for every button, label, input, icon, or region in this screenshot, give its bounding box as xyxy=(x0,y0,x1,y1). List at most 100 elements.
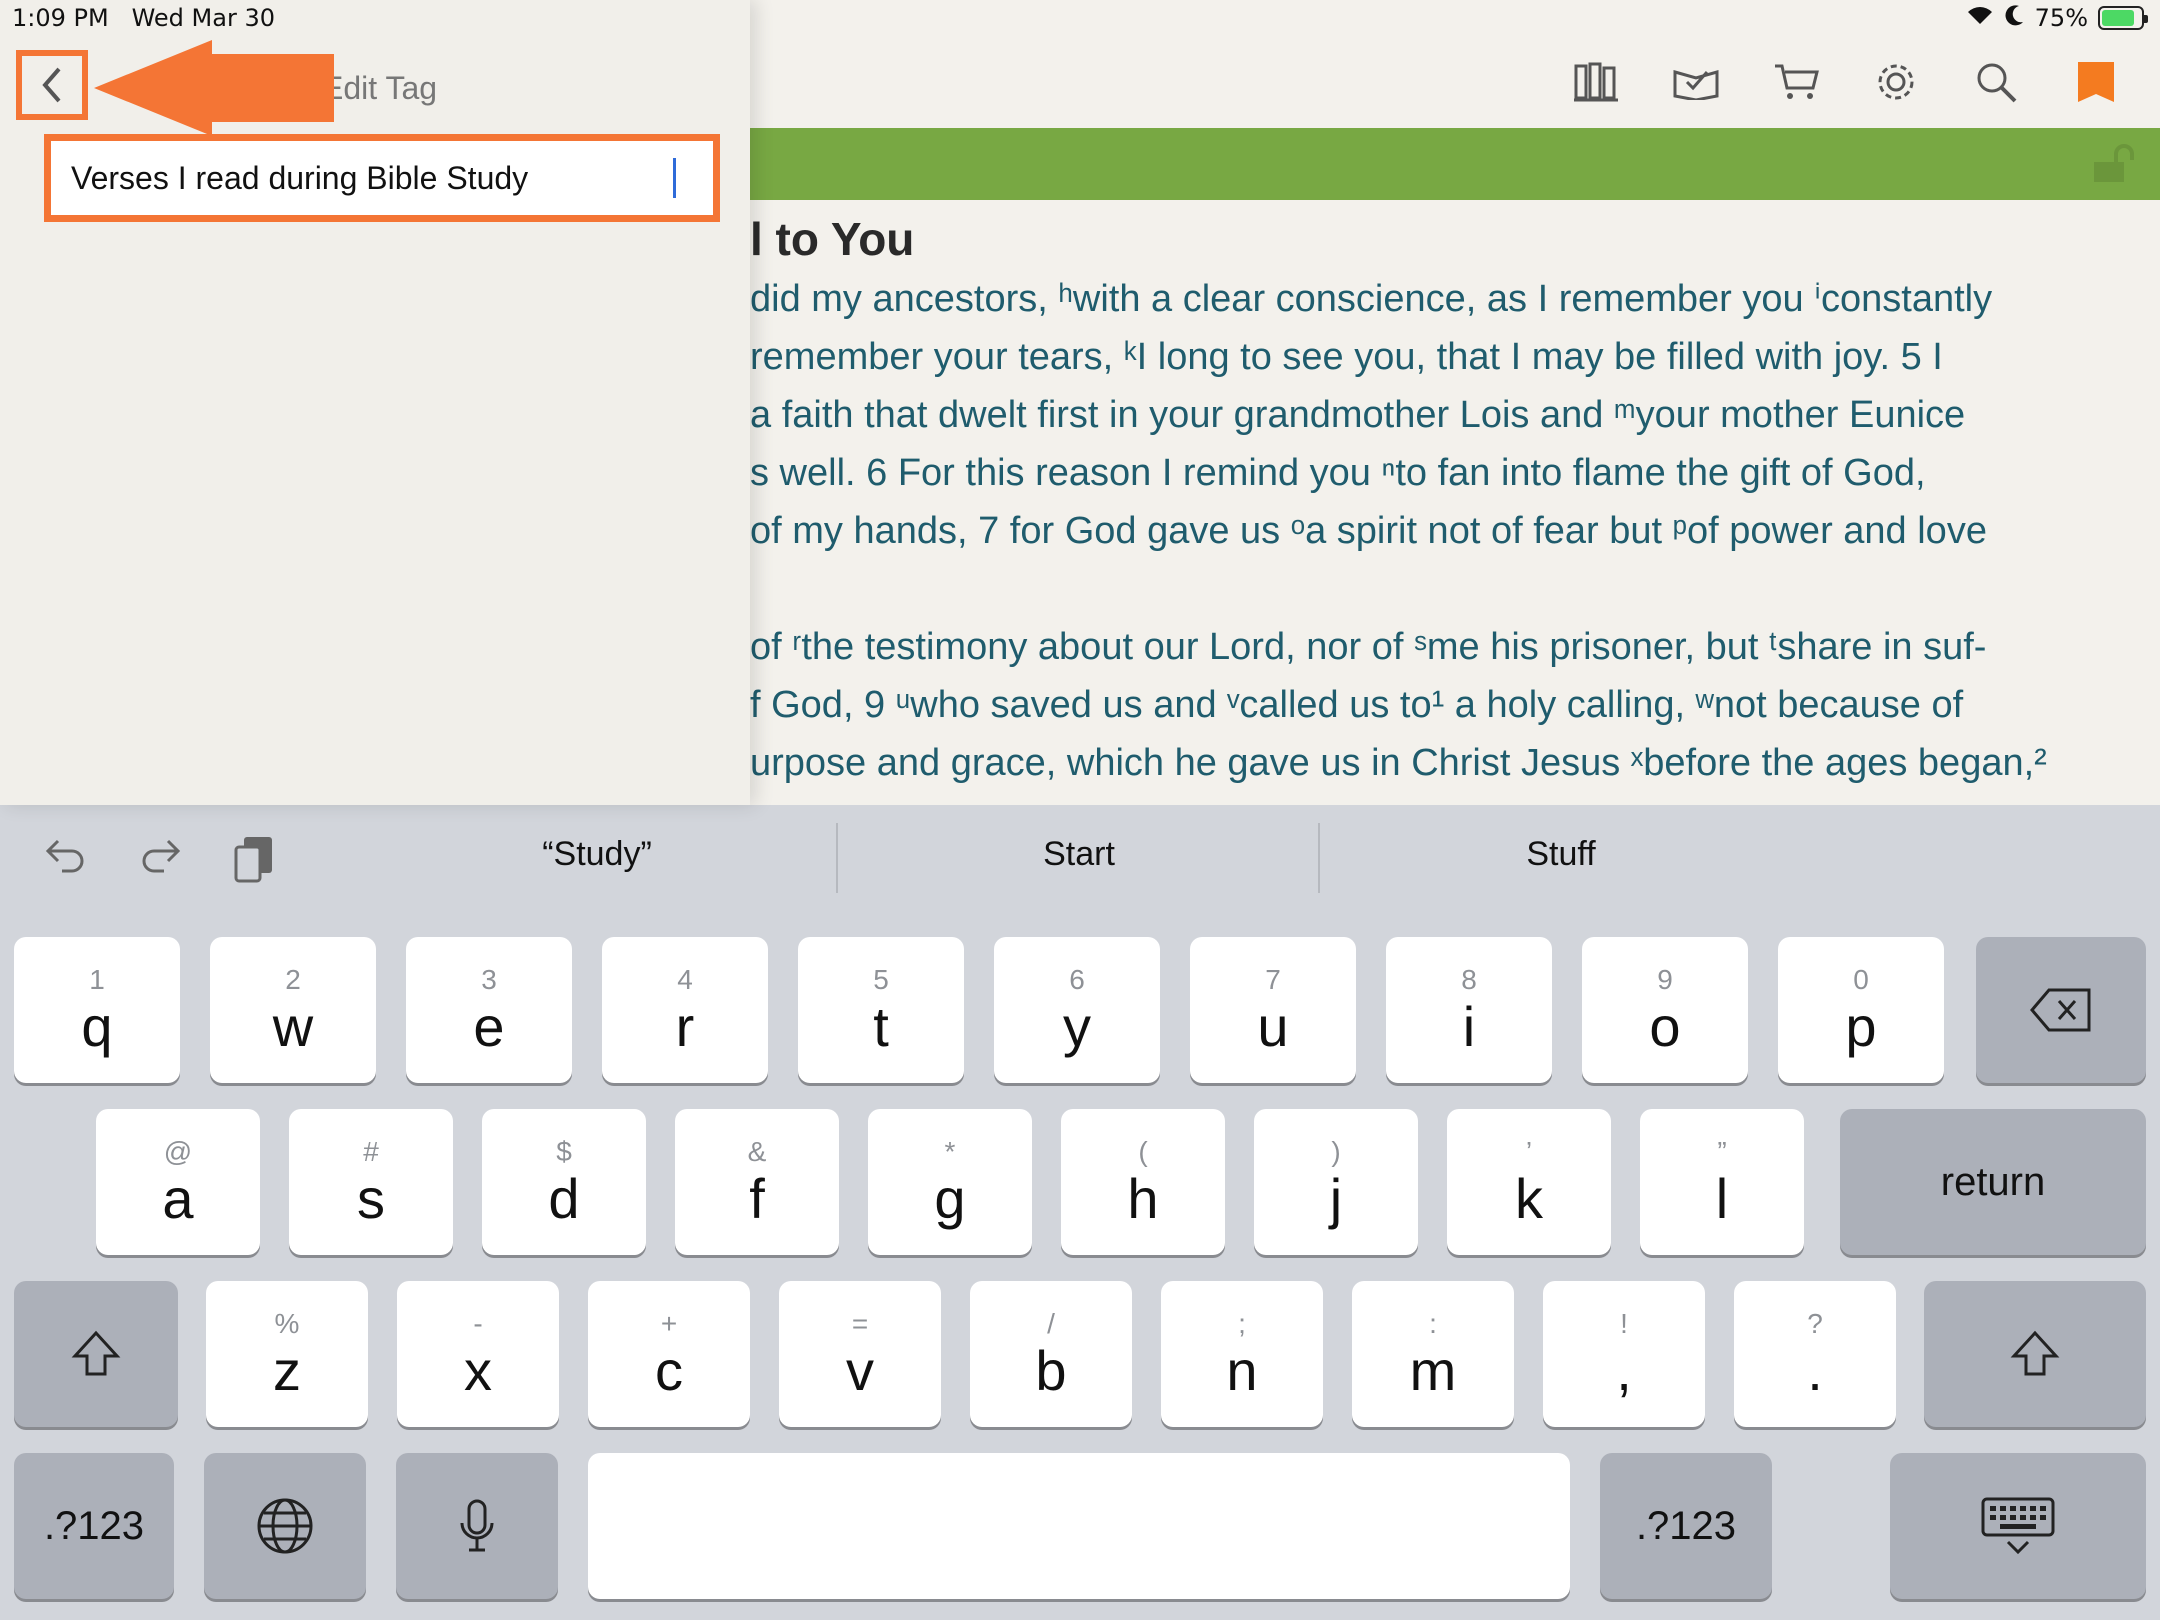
key-q[interactable]: 1q xyxy=(14,937,180,1083)
numbers-key-left[interactable]: .?123 xyxy=(14,1453,174,1599)
key-alt-label: ? xyxy=(1807,1308,1823,1339)
space-key[interactable] xyxy=(588,1453,1570,1599)
back-button[interactable] xyxy=(16,50,88,120)
reader-pane: l to You did my ancestors, ʰwith a clear… xyxy=(750,0,2160,805)
key-period[interactable]: ?. xyxy=(1734,1281,1896,1427)
key-h[interactable]: (h xyxy=(1061,1109,1225,1255)
return-key[interactable]: return xyxy=(1840,1109,2146,1255)
key-i[interactable]: 8i xyxy=(1386,937,1552,1083)
key-label: t xyxy=(873,995,889,1058)
text-line[interactable]: f God, 9 ᵘwho saved us and ᵛcalled us to… xyxy=(750,676,2060,734)
search-icon[interactable] xyxy=(1972,58,2020,106)
suggestion-1[interactable]: “Study” xyxy=(362,835,832,874)
key-label: n xyxy=(1226,1339,1258,1402)
backspace-icon xyxy=(2030,988,2091,1032)
library-icon[interactable] xyxy=(1572,58,1620,106)
unlock-icon[interactable] xyxy=(2090,144,2138,188)
undo-icon[interactable] xyxy=(44,835,88,875)
suggestion-2[interactable]: Start xyxy=(844,835,1314,874)
key-label: b xyxy=(1035,1339,1067,1402)
bookmark-icon[interactable] xyxy=(2072,58,2120,106)
microphone-key[interactable] xyxy=(396,1453,558,1599)
edit-tools xyxy=(44,835,276,885)
key-x[interactable]: -x xyxy=(397,1281,559,1427)
key-alt-label: 1 xyxy=(89,964,105,995)
key-d[interactable]: $ d xyxy=(482,1109,646,1255)
key-label: q xyxy=(81,995,113,1058)
key-c[interactable]: + c xyxy=(588,1281,750,1427)
key-z[interactable]: % z xyxy=(206,1281,368,1427)
key-n[interactable]: ; n xyxy=(1161,1281,1323,1427)
numbers-key-right[interactable]: .?123 xyxy=(1600,1453,1772,1599)
status-time: 1:09 PM Wed Mar 30 xyxy=(12,4,275,32)
text-line[interactable]: of ʳthe testimony about our Lord, nor of… xyxy=(750,618,2060,676)
cart-icon[interactable] xyxy=(1772,58,1820,106)
key-g[interactable]: * g xyxy=(868,1109,1032,1255)
key-alt-label: 5 xyxy=(873,964,889,995)
key-j[interactable]: ) j xyxy=(1254,1109,1418,1255)
key-alt-label: ) xyxy=(1331,1136,1341,1167)
text-line[interactable]: of my hands, 7 for God gave us ᵒa spirit… xyxy=(750,502,2060,560)
text-line[interactable]: a faith that dwelt first in your grandmo… xyxy=(750,386,2060,444)
key-alt-label: @ xyxy=(163,1136,193,1167)
dismiss-keyboard-key[interactable] xyxy=(1890,1453,2146,1599)
tag-name-input[interactable]: Verses I read during Bible Study xyxy=(71,160,671,197)
key-p[interactable]: 0p xyxy=(1778,937,1944,1083)
key-label: j xyxy=(1329,1167,1343,1230)
key-label: , xyxy=(1616,1339,1632,1402)
numbers-label: .?123 xyxy=(43,1503,145,1548)
key-alt-label: 7 xyxy=(1265,964,1281,995)
microphone-icon xyxy=(460,1499,494,1552)
key-k[interactable]: ’ k xyxy=(1447,1109,1611,1255)
key-y[interactable]: 6y xyxy=(994,937,1160,1083)
suggestion-divider xyxy=(1318,823,1320,893)
key-w[interactable]: 2w xyxy=(210,937,376,1083)
shift-key-left[interactable] xyxy=(14,1281,178,1427)
delete-key[interactable] xyxy=(1976,937,2146,1083)
key-label: g xyxy=(934,1167,966,1230)
chapter-bar[interactable] xyxy=(750,128,2160,200)
key-l[interactable]: ” l xyxy=(1640,1109,1804,1255)
return-label: return xyxy=(1940,1159,2046,1204)
key-alt-label: ! xyxy=(1620,1308,1628,1339)
key-comma[interactable]: !, xyxy=(1543,1281,1705,1427)
key-alt-label: / xyxy=(1047,1308,1055,1339)
key-label: l xyxy=(1715,1167,1729,1230)
key-label: e xyxy=(473,995,505,1058)
settings-gear-icon[interactable] xyxy=(1872,58,1920,106)
key-f[interactable]: & f xyxy=(675,1109,839,1255)
suggestion-divider xyxy=(836,823,838,893)
numbers-label: .?123 xyxy=(1635,1503,1737,1548)
key-v[interactable]: = v xyxy=(779,1281,941,1427)
text-line[interactable]: urpose and grace, which he gave us in Ch… xyxy=(750,734,2060,792)
clock: 1:09 PM xyxy=(12,4,109,32)
reading-plan-icon[interactable] xyxy=(1672,58,1720,106)
tag-name-field[interactable]: Verses I read during Bible Study xyxy=(44,134,720,222)
key-o[interactable]: 9o xyxy=(1582,937,1748,1083)
key-s[interactable]: # s xyxy=(289,1109,453,1255)
key-label: d xyxy=(548,1167,580,1230)
keyboard-dismiss-icon xyxy=(1981,1497,2055,1555)
key-u[interactable]: 7u xyxy=(1190,937,1356,1083)
key-label: v xyxy=(846,1339,874,1402)
key-m[interactable]: :m xyxy=(1352,1281,1514,1427)
text-line[interactable]: remember your tears, ᵏI long to see you,… xyxy=(750,328,2060,386)
key-t[interactable]: 5t xyxy=(798,937,964,1083)
text-line[interactable]: s well. 6 For this reason I remind you ⁿ… xyxy=(750,444,2060,502)
key-label: x xyxy=(464,1339,492,1402)
shift-key-right[interactable] xyxy=(1924,1281,2146,1427)
key-r[interactable]: 4r xyxy=(602,937,768,1083)
key-alt-label: ’ xyxy=(1525,1136,1533,1167)
shift-icon xyxy=(71,1330,121,1376)
paste-icon[interactable] xyxy=(232,835,276,885)
battery-icon xyxy=(2098,6,2148,30)
key-a[interactable]: @ a xyxy=(96,1109,260,1255)
chevron-left-icon xyxy=(42,67,61,103)
redo-icon[interactable] xyxy=(138,835,182,875)
key-b[interactable]: / b xyxy=(970,1281,1132,1427)
globe-key[interactable] xyxy=(204,1453,366,1599)
suggestion-3[interactable]: Stuff xyxy=(1326,835,1796,874)
key-e[interactable]: 3e xyxy=(406,937,572,1083)
text-line[interactable]: did my ancestors, ʰwith a clear conscien… xyxy=(750,270,2060,328)
